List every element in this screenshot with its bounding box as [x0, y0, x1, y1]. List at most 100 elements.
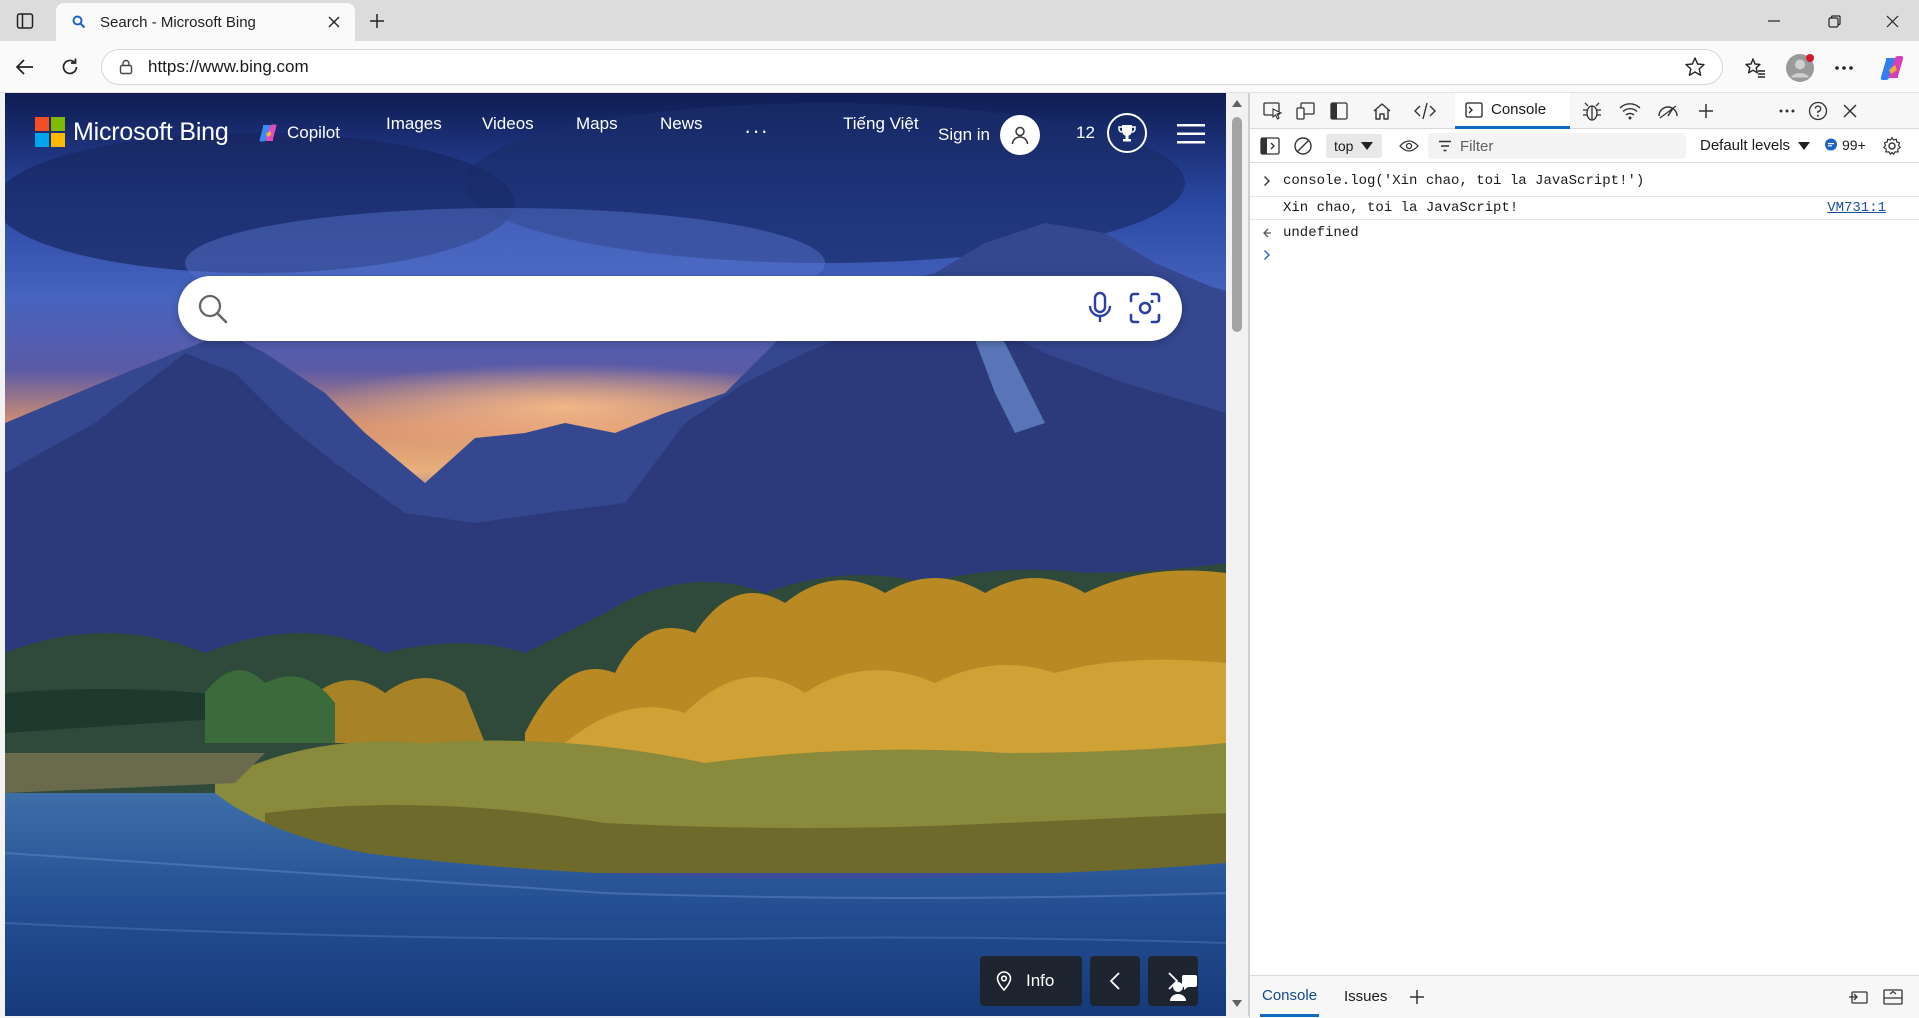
home-icon: [1373, 103, 1391, 120]
minimize-button[interactable]: [1751, 6, 1797, 36]
arrow-left-icon: [15, 59, 33, 75]
page-scrollbar[interactable]: [1226, 93, 1249, 1016]
prompt-chevron-icon: [1250, 249, 1283, 261]
drawer-add-tab-button[interactable]: [1409, 976, 1425, 1017]
console-output[interactable]: console.log('Xin chao, toi la JavaScript…: [1250, 163, 1919, 968]
copilot-icon: [1880, 56, 1904, 80]
issues-counter[interactable]: 99+: [1824, 137, 1866, 153]
drawer-close-button[interactable]: [1883, 976, 1903, 1017]
drawer-tab-issues[interactable]: Issues: [1344, 976, 1387, 1017]
console-settings-button[interactable]: [1879, 134, 1905, 158]
devtools-close-button[interactable]: [1837, 99, 1863, 123]
rewards-button[interactable]: 12: [1076, 113, 1147, 153]
more-icon: [1779, 109, 1795, 113]
nav-copilot-label: Copilot: [287, 123, 340, 142]
image-info-button[interactable]: Info: [980, 956, 1082, 1006]
previous-image-button[interactable]: [1090, 956, 1140, 1006]
console-icon: [1465, 101, 1483, 118]
trophy-icon: [1106, 113, 1147, 153]
browser-toolbar: https://www.bing.com: [0, 41, 1919, 93]
window-close-button[interactable]: [1869, 6, 1915, 36]
sidebar-toggle-icon: [16, 13, 34, 29]
search-input[interactable]: [248, 290, 1048, 326]
nav-videos[interactable]: Videos: [482, 114, 534, 134]
visual-search-icon[interactable]: [1128, 291, 1162, 325]
device-icon: [1296, 102, 1315, 120]
live-expression-button[interactable]: [1396, 134, 1422, 158]
filter-icon: [1439, 140, 1451, 152]
caret-down-icon: [1798, 141, 1811, 150]
nav-more[interactable]: ···: [744, 118, 769, 144]
console-filter-input[interactable]: Filter: [1428, 133, 1686, 159]
close-icon: [1843, 104, 1857, 118]
device-emulation-button[interactable]: [1293, 99, 1319, 123]
menu-icon[interactable]: [1177, 123, 1205, 145]
console-prompt[interactable]: [1250, 243, 1919, 267]
browser-tab[interactable]: Search - Microsoft Bing: [56, 3, 355, 41]
devtools-help-button[interactable]: [1805, 99, 1831, 123]
drawer-tab-console[interactable]: Console: [1260, 976, 1320, 1017]
performance-tab[interactable]: [1655, 99, 1681, 123]
nav-images[interactable]: Images: [386, 114, 442, 134]
search-box: [178, 276, 1182, 341]
scroll-up-icon[interactable]: [1232, 99, 1242, 107]
refresh-button[interactable]: [54, 51, 86, 83]
restore-button[interactable]: [1811, 6, 1857, 36]
console-source-link[interactable]: VM731:1: [1827, 200, 1886, 216]
nav-maps[interactable]: Maps: [576, 114, 618, 134]
plus-icon: [370, 14, 384, 28]
sidebar-toggle-button[interactable]: [10, 8, 40, 34]
minimize-icon: [1768, 20, 1780, 22]
dock-side-button[interactable]: [1326, 99, 1352, 123]
bing-logo[interactable]: Microsoft Bing: [35, 117, 229, 147]
sources-tab[interactable]: [1579, 99, 1605, 123]
more-button[interactable]: [1827, 51, 1861, 85]
close-icon: [328, 16, 340, 28]
info-label: Info: [1026, 971, 1055, 990]
new-tab-button[interactable]: [362, 7, 392, 35]
close-tab-button[interactable]: [323, 11, 345, 33]
tab-console-label: Console: [1491, 101, 1547, 118]
restore-icon: [1827, 14, 1841, 28]
back-button[interactable]: [9, 51, 41, 83]
inspect-element-button[interactable]: [1260, 99, 1286, 123]
lock-icon: [116, 57, 136, 77]
devtools-more-button[interactable]: [1774, 99, 1800, 123]
inspect-icon: [1263, 102, 1283, 120]
network-tab[interactable]: [1617, 99, 1643, 123]
sign-in-button[interactable]: Sign in: [938, 115, 1040, 155]
favorite-button[interactable]: [1682, 54, 1708, 80]
language-link[interactable]: Tiếng Việt: [843, 114, 919, 134]
tab-title: Search - Microsoft Bing: [100, 13, 256, 31]
undock-drawer-icon: [1849, 990, 1868, 1004]
console-input-line: console.log('Xin chao, toi la JavaScript…: [1250, 169, 1919, 193]
performance-icon: [1658, 105, 1678, 119]
welcome-tab[interactable]: [1369, 99, 1395, 123]
refresh-icon: [62, 58, 78, 75]
drawer-panel-icon: [1883, 988, 1903, 1005]
microphone-icon[interactable]: [1087, 291, 1113, 325]
devtools-panel: Console top Filter Default levels 99+ co…: [1249, 93, 1919, 1018]
context-selector[interactable]: top: [1326, 134, 1382, 158]
nav-copilot[interactable]: Copilot: [257, 122, 340, 144]
plus-icon: [1410, 989, 1424, 1004]
console-sidebar-button[interactable]: [1257, 134, 1283, 158]
tab-console[interactable]: Console: [1455, 93, 1570, 129]
code-icon: [1414, 102, 1436, 120]
clear-console-button[interactable]: [1290, 134, 1316, 158]
favorites-icon: [1745, 58, 1765, 78]
address-bar[interactable]: https://www.bing.com: [101, 49, 1723, 85]
filter-placeholder: Filter: [1460, 137, 1494, 155]
favorites-button[interactable]: [1738, 51, 1772, 85]
more-tools-button[interactable]: [1693, 99, 1719, 123]
profile-button[interactable]: [1783, 51, 1817, 85]
elements-tab[interactable]: [1412, 99, 1438, 123]
scroll-down-icon[interactable]: [1232, 1000, 1242, 1008]
drawer-dock-button[interactable]: [1848, 976, 1868, 1017]
page-scrollbar-thumb[interactable]: [1232, 117, 1242, 332]
feedback-icon[interactable]: [1168, 973, 1198, 1003]
nav-news[interactable]: News: [660, 114, 703, 134]
search-icon: [70, 13, 88, 31]
copilot-button[interactable]: [1875, 51, 1909, 85]
log-levels-dropdown[interactable]: Default levels: [1700, 137, 1811, 154]
